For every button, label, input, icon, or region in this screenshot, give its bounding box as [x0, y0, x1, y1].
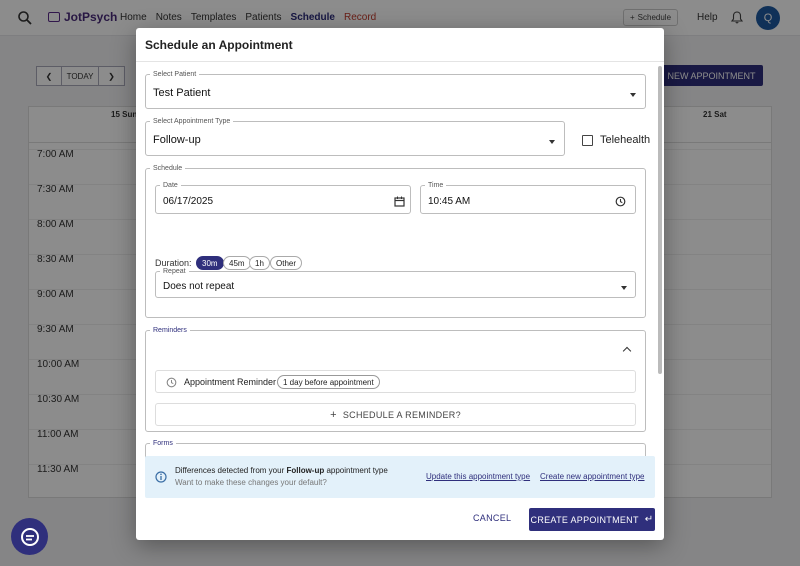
date-label: Date: [163, 182, 178, 189]
update-appointment-type-link[interactable]: Update this appointment type: [426, 472, 530, 481]
duration-label: Duration:: [155, 258, 192, 268]
dropdown-arrow-icon: [621, 286, 627, 290]
calendar-icon[interactable]: [394, 196, 405, 207]
info-icon: [155, 471, 167, 483]
reminder-label: Appointment Reminder: [184, 377, 277, 387]
reminders-legend: Reminders: [153, 327, 187, 334]
date-value: 06/17/2025: [163, 196, 214, 207]
create-appointment-type-link[interactable]: Create new appointment type: [540, 472, 645, 481]
reminder-timing-chip[interactable]: 1 day before appointment: [277, 375, 380, 389]
info-subtext: Want to make these changes your default?: [175, 478, 327, 487]
create-appointment-label: CREATE APPOINTMENT: [530, 514, 639, 525]
time-label: Time: [428, 182, 444, 189]
patient-select[interactable]: Select Patient: [145, 71, 646, 109]
telehealth-label[interactable]: Telehealth: [600, 134, 650, 146]
forms-legend: Forms: [153, 440, 173, 447]
info-message: Differences detected from your Follow-up…: [175, 466, 388, 475]
info-prefix: Differences detected from your: [175, 466, 287, 475]
dropdown-arrow-icon: [630, 93, 636, 97]
repeat-value: Does not repeat: [163, 281, 235, 292]
add-reminder-button[interactable]: + SCHEDULE A REMINDER?: [155, 403, 636, 426]
cancel-button[interactable]: CANCEL: [473, 513, 511, 523]
telehealth-checkbox[interactable]: [582, 135, 593, 146]
schedule-appointment-dialog: Schedule an Appointment Select Patient T…: [136, 28, 664, 540]
differences-info-banner: Differences detected from your Follow-up…: [145, 456, 655, 498]
patient-select-value: Test Patient: [153, 87, 211, 99]
enter-key-icon: ↵: [644, 514, 654, 525]
scrollbar[interactable]: [658, 66, 662, 374]
clock-icon[interactable]: [615, 196, 626, 207]
create-appointment-button[interactable]: CREATE APPOINTMENT ↵: [529, 508, 655, 531]
chat-support-button[interactable]: [11, 518, 48, 555]
chat-icon: [20, 527, 39, 546]
clock-icon: [166, 377, 177, 388]
appointment-type-label: Select Appointment Type: [153, 118, 231, 125]
reminder-item[interactable]: Appointment Reminder 1 day before appoin…: [155, 370, 636, 393]
appointment-type-value: Follow-up: [153, 134, 201, 146]
plus-icon: +: [330, 408, 337, 421]
repeat-label: Repeat: [163, 268, 186, 275]
dialog-title: Schedule an Appointment: [145, 38, 293, 52]
dialog-body: Select Patient Test Patient Select Appoi…: [136, 61, 664, 474]
add-reminder-label: SCHEDULE A REMINDER?: [342, 409, 461, 420]
appointment-type-select[interactable]: Select Appointment Type: [145, 118, 565, 156]
time-value: 10:45 AM: [428, 196, 471, 207]
info-type-name: Follow-up: [286, 466, 325, 475]
info-suffix: appointment type: [324, 466, 388, 475]
dropdown-arrow-icon: [549, 140, 555, 144]
patient-select-label: Select Patient: [153, 71, 197, 78]
schedule-legend: Schedule: [153, 165, 183, 172]
